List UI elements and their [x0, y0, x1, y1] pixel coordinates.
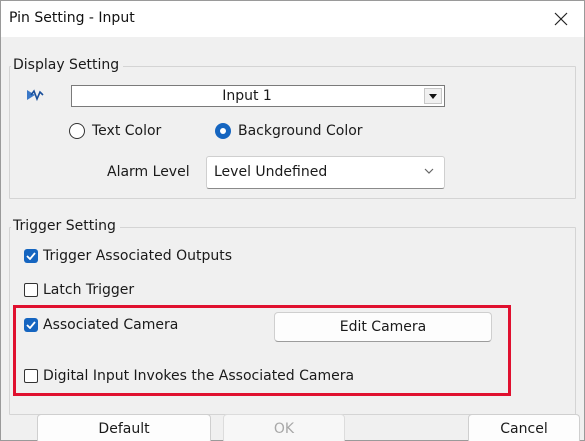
alarm-level-select[interactable]: Level Undefined: [206, 156, 445, 189]
checkmark-icon: [26, 252, 36, 260]
trigger-associated-outputs-label: Trigger Associated Outputs: [43, 248, 232, 264]
default-button[interactable]: Default: [37, 414, 211, 441]
latch-trigger-box: [24, 283, 38, 297]
digital-input-invokes-camera-label: Digital Input Invokes the Associated Cam…: [43, 368, 355, 384]
input-select-value: Input 1: [222, 88, 272, 104]
associated-camera-box: [24, 318, 38, 332]
chevron-down-icon: [424, 168, 434, 174]
close-button[interactable]: [538, 1, 584, 37]
checkmark-icon: [26, 321, 36, 329]
window-title: Pin Setting - Input: [9, 10, 135, 26]
ok-button[interactable]: OK: [223, 414, 345, 441]
edit-camera-button[interactable]: Edit Camera: [274, 312, 492, 342]
background-color-radio[interactable]: Background Color: [215, 123, 363, 139]
pin-setting-dialog: Pin Setting - Input Display Setting Inpu…: [0, 0, 585, 441]
digital-input-invokes-camera-box: [24, 369, 38, 383]
trigger-setting-legend: Trigger Setting: [11, 218, 120, 234]
latch-trigger-checkbox[interactable]: Latch Trigger: [24, 282, 134, 298]
input-signal-icon: [27, 89, 44, 102]
text-color-radio-label: Text Color: [92, 123, 162, 139]
alarm-level-label: Alarm Level: [107, 164, 190, 180]
text-color-radio-circle: [69, 123, 85, 139]
trigger-associated-outputs-checkbox[interactable]: Trigger Associated Outputs: [24, 248, 232, 264]
alarm-level-value: Level Undefined: [214, 164, 328, 180]
digital-input-invokes-camera-checkbox[interactable]: Digital Input Invokes the Associated Cam…: [24, 368, 354, 384]
input-select-dropdown-button[interactable]: [424, 88, 442, 104]
text-color-radio[interactable]: Text Color: [69, 123, 161, 139]
associated-camera-label: Associated Camera: [43, 317, 179, 333]
associated-camera-checkbox[interactable]: Associated Camera: [24, 317, 178, 333]
cancel-button[interactable]: Cancel: [468, 414, 580, 441]
close-icon: [554, 12, 568, 26]
background-color-radio-label: Background Color: [238, 123, 363, 139]
trigger-associated-outputs-box: [24, 249, 38, 263]
input-select[interactable]: Input 1: [71, 85, 445, 107]
dropdown-arrow-icon: [429, 93, 437, 99]
latch-trigger-label: Latch Trigger: [43, 282, 135, 298]
title-bar: Pin Setting - Input: [1, 1, 584, 37]
display-setting-legend: Display Setting: [11, 57, 124, 73]
background-color-radio-circle: [215, 123, 231, 139]
